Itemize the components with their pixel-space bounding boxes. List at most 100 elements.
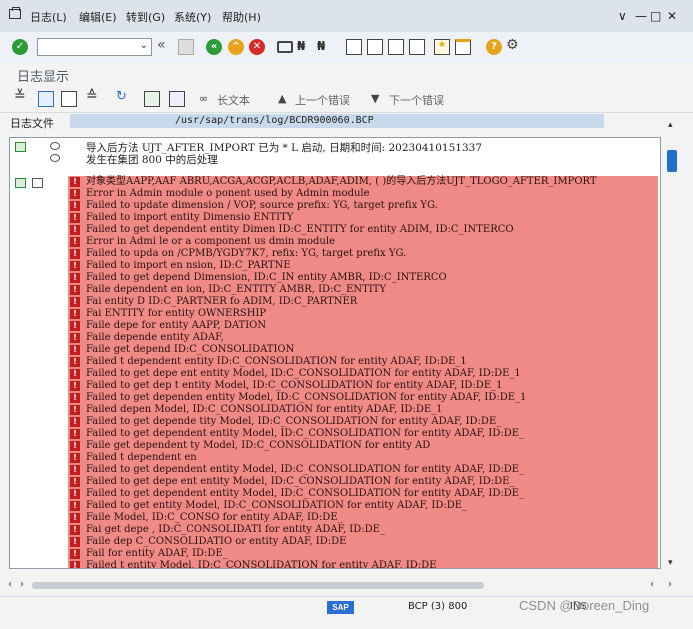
error-row[interactable]: ! Failed to get dep t entity Model, ID:C_… <box>68 380 658 392</box>
print-icon[interactable] <box>277 41 293 53</box>
document-icon[interactable] <box>32 178 43 188</box>
next-error-button[interactable]: 下一个错误 <box>389 92 444 108</box>
error-row[interactable]: ! Failed t entity Model, ID:C_CONSOLIDATI… <box>68 560 658 569</box>
help-icon[interactable]: ? <box>486 39 502 55</box>
chevron-right-icon[interactable]: › <box>20 579 24 590</box>
error-row[interactable]: ! Fai get depe , ID:C_CONSOLIDATI for ent… <box>68 524 658 536</box>
refresh-icon[interactable]: ↻ <box>116 89 132 105</box>
menu-system[interactable]: 系统(Y) <box>174 9 211 25</box>
detail-icon[interactable] <box>15 142 26 152</box>
error-row[interactable]: ! Failed to get dependent entity Dimen ID… <box>68 224 658 236</box>
layout-icon[interactable] <box>455 39 471 55</box>
error-row[interactable]: ! Failed t dependent entity ID:C_CONSOLID… <box>68 356 658 368</box>
bookmark-icon[interactable]: ★ <box>434 39 450 55</box>
menu-edit[interactable]: 编辑(E) <box>79 9 117 25</box>
user-list-icon[interactable] <box>144 91 160 107</box>
vertical-scrollbar[interactable]: ▴ ▾ <box>664 118 682 571</box>
menu-goto[interactable]: 转到(G) <box>126 9 165 25</box>
check-icon[interactable]: ✓ <box>12 39 28 55</box>
next-page-icon[interactable] <box>388 39 404 55</box>
chevron-down-icon[interactable]: ⌄ <box>140 40 148 51</box>
scroll-thumb[interactable] <box>667 150 677 172</box>
chevron-left-icon[interactable]: ‹ <box>650 579 654 590</box>
error-row[interactable]: ! Failed to get dependent entity Model, I… <box>68 428 658 440</box>
error-row[interactable]: ! Failed depen Model, ID:C_CONSOLIDATION … <box>68 404 658 416</box>
error-row[interactable]: ! Failed to get dependent entity Model, I… <box>68 464 658 476</box>
scroll-track[interactable] <box>32 582 484 589</box>
error-icon: ! <box>70 333 80 343</box>
error-row[interactable]: ! 对象类型AAPP,AAF ABRU,ACGA,ACGP,ACLB,ADAF,A… <box>68 176 658 188</box>
maximize-icon[interactable]: □ <box>650 9 661 23</box>
error-row[interactable]: ! Failed to import entity Dimensio ENTITY <box>68 212 658 224</box>
error-row[interactable]: ! Failed to get depe ent entity Model, ID… <box>68 368 658 380</box>
minimize-icon[interactable]: — <box>635 9 647 23</box>
menu-icon[interactable] <box>9 7 21 19</box>
error-row[interactable]: ! Failed to get entity Model, ID:C_CONSOL… <box>68 500 658 512</box>
menu-log[interactable]: 日志(L) <box>30 9 67 25</box>
up-icon[interactable]: ^ <box>228 39 244 55</box>
last-page-icon[interactable] <box>409 39 425 55</box>
triangle-up-icon[interactable]: ▲ <box>278 92 294 108</box>
expand-all-icon[interactable]: ≚ <box>14 88 30 104</box>
error-text: Failed to get depend Dimension, ID:C_IN … <box>86 272 447 283</box>
error-row[interactable]: ! Fail for entity ADAF, ID:DE_ <box>68 548 658 560</box>
chevron-down-icon[interactable]: ▾ <box>668 558 673 568</box>
chevron-up-icon[interactable]: ▴ <box>668 120 673 130</box>
detail-icon[interactable] <box>38 91 54 107</box>
error-row[interactable]: ! Faile Model, ID:C_CONSO for entity ADAF… <box>68 512 658 524</box>
detail-icon[interactable] <box>15 178 26 188</box>
long-text-button[interactable]: 长文本 <box>217 92 250 108</box>
error-text: Failed t entity Model, ID:C_CONSOLIDATIO… <box>86 560 442 569</box>
sap-logo: SAP <box>327 601 354 614</box>
error-row[interactable]: ! Failed to get depend Dimension, ID:C_IN… <box>68 272 658 284</box>
error-row[interactable]: ! Fai ENTITY for entity OWNERSHIP <box>68 308 658 320</box>
find-icon[interactable]: ₦ <box>297 39 313 55</box>
cancel-icon[interactable]: ✕ <box>249 39 265 55</box>
system-info[interactable]: BCP (3) 800 <box>408 601 467 612</box>
error-row[interactable]: ! Faile depe for entity AAPP, DATION <box>68 320 658 332</box>
glasses-icon[interactable]: ∞ <box>199 92 215 108</box>
table-icon[interactable] <box>169 91 185 107</box>
collapse-all-icon[interactable]: ≙ <box>86 88 102 104</box>
customize-icon[interactable]: ∨ <box>618 9 627 23</box>
error-row[interactable]: ! Failed to import en nsion, ID:C_PARTNE <box>68 260 658 272</box>
error-row[interactable]: ! Failed to get depende tity Model, ID:C_… <box>68 416 658 428</box>
close-icon[interactable]: ✕ <box>667 9 677 23</box>
error-row[interactable]: ! Error in Admi le or a component us dmin… <box>68 236 658 248</box>
chevron-right-icon[interactable]: › <box>668 579 672 590</box>
first-page-icon[interactable] <box>346 39 362 55</box>
link-icon[interactable] <box>50 154 60 162</box>
chevron-left-icon[interactable]: ‹ <box>8 579 12 590</box>
error-row[interactable]: ! Faile get depend ID:C_CONSOLIDATION <box>68 344 658 356</box>
exit-icon[interactable]: « <box>206 39 222 55</box>
link-icon[interactable] <box>50 142 60 150</box>
save-icon[interactable] <box>178 39 194 55</box>
error-icon: ! <box>70 441 80 451</box>
error-row[interactable]: ! Faile depende entity ADAF, <box>68 332 658 344</box>
settings-icon[interactable]: ⚙ <box>506 37 522 53</box>
error-row[interactable]: ! Failed t dependent en <box>68 452 658 464</box>
triangle-down-icon[interactable]: ▼ <box>371 92 387 108</box>
error-row[interactable]: ! Faile dependent en ion, ID:C_ENTITY AMB… <box>68 284 658 296</box>
error-row[interactable]: ! Failed to get depe ent entity Model, ID… <box>68 476 658 488</box>
error-row[interactable]: ! Error in Admin module o ponent used by … <box>68 188 658 200</box>
document-icon[interactable] <box>61 91 77 107</box>
prev-page-icon[interactable] <box>367 39 383 55</box>
log-content: 导入后方法 UJT_AFTER_IMPORT 已为 * L 启动, 日期和时间:… <box>9 137 661 569</box>
error-row[interactable]: ! Fai entity D ID:C_PARTNER fo ADIM, ID:C… <box>68 296 658 308</box>
menu-help[interactable]: 帮助(H) <box>222 9 261 25</box>
error-row[interactable]: ! Faile dep C_CONSOLIDATIO or entity ADAF… <box>68 536 658 548</box>
command-field[interactable]: ⌄ <box>37 38 152 56</box>
prev-error-button[interactable]: 上一个错误 <box>295 92 350 108</box>
find-next-icon[interactable]: ₦ <box>317 39 333 55</box>
error-row[interactable]: ! Failed to update dimension / VOP, sourc… <box>68 200 658 212</box>
error-icon: ! <box>70 177 80 187</box>
system-toolbar: ✓ ⌄ « « ^ ✕ ₦ ₦ ★ ? ⚙ <box>0 32 693 63</box>
error-row[interactable]: ! Faile get dependent ty Model, ID:C_CONS… <box>68 440 658 452</box>
error-row[interactable]: ! Failed to get dependen entity Model, ID… <box>68 392 658 404</box>
horizontal-scrollbar[interactable]: ‹ › ‹ › <box>0 577 693 593</box>
error-row[interactable]: ! Failed to upda on /CPMB/YGDY7K7, refix:… <box>68 248 658 260</box>
error-text: Failed to update dimension / VOP, source… <box>86 200 438 211</box>
back-icon[interactable]: « <box>157 37 173 53</box>
error-row[interactable]: ! Failed to get dependent entity Model, I… <box>68 488 658 500</box>
